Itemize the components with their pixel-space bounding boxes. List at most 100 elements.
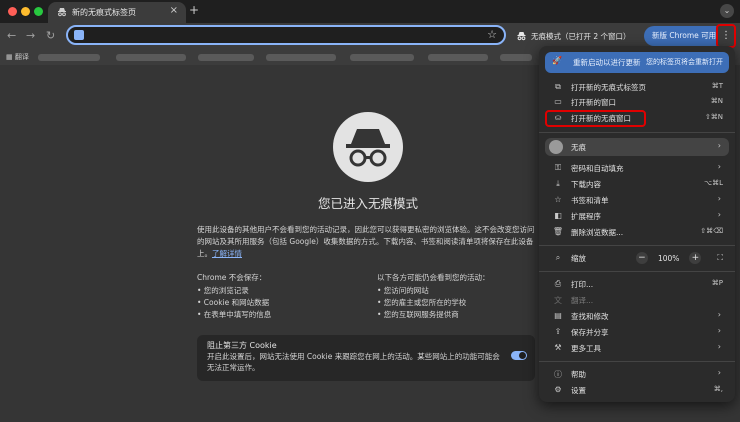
tab-incognito[interactable]: 新的无痕式标签页 × [48,2,186,23]
close-window-button[interactable] [8,7,17,16]
trash-icon: 🗑 [552,227,564,236]
list-item: • 您的浏览记录 [197,285,271,297]
menu-item-extensions[interactable]: ◧ 扩展程序 › [539,208,735,224]
bookmark-item[interactable] [350,54,414,61]
zoom-out-button[interactable]: − [636,252,648,264]
menu-item-shortcut: ⌘, [714,385,723,393]
menu-item-clear-data[interactable]: 🗑 删除浏览数据... ⇧⌘⌫ [539,224,735,240]
bookmark-item[interactable] [428,54,488,61]
menu-item-label: 更多工具 [571,343,601,354]
bookmark-star-icon[interactable]: ☆ [487,28,497,41]
rocket-icon: 🚀 [551,56,563,65]
new-tab-icon: ⧉ [552,82,564,92]
tab-search-button[interactable]: ⌄ [720,4,734,18]
close-tab-icon[interactable]: × [170,5,178,16]
translate-icon: 文 [552,295,564,306]
zoom-icon: ⌕ [552,253,564,263]
menu-item-more-tools[interactable]: ⚒ 更多工具 › [539,340,735,356]
not-saved-title: Chrome 不会保存： [197,272,271,283]
menu-item-new-window[interactable]: ▭ 打开新的窗口 ⌘N [539,94,735,110]
menu-item-translate: 文 翻译... [539,292,735,308]
menu-item-relaunch-update[interactable]: 🚀 重新启动以进行更新 您的标签页将会重新打开 [545,52,729,73]
chevron-right-icon: › [718,342,721,351]
menu-item-label: 翻译... [571,295,593,306]
bookmark-item[interactable] [266,54,336,61]
menu-item-bookmarks[interactable]: ☆ 书签和清单 › [539,192,735,208]
menu-item-label: 设置 [571,385,586,396]
menu-item-label: 打开新的无痕式标签页 [571,82,646,93]
may-see-title: 以下各方可能仍会看到您的活动： [377,272,490,283]
menu-item-find-edit[interactable]: ▤ 查找和修改 › [539,308,735,324]
menu-item-label: 重新启动以进行更新 [573,57,641,68]
menu-item-label: 保存并分享 [571,327,609,338]
profile-label: 无痕 [571,142,586,153]
tab-strip: 新的无痕式标签页 × + ⌄ [0,0,740,23]
back-button[interactable]: ← [7,29,16,42]
help-icon: ⓘ [552,369,564,380]
page-title: 您已进入无痕模式 [270,193,466,212]
incognito-indicator-label: 无痕模式（已打开 2 个窗口） [531,31,631,42]
incognito-icon [57,7,67,17]
incognito-indicator[interactable]: 无痕模式（已打开 2 个窗口） [516,27,631,45]
maximize-window-button[interactable] [34,7,43,16]
chevron-right-icon: › [718,194,721,203]
highlight-annotation [545,110,646,127]
incognito-icon [516,31,527,41]
tools-icon: ⚒ [552,343,564,352]
new-window-icon: ▭ [552,97,564,106]
menu-item-downloads[interactable]: ⤓ 下载内容 ⌥⌘L [539,176,735,192]
bookmark-item[interactable] [116,54,186,61]
incognito-logo-icon [333,112,403,182]
address-bar[interactable]: ☆ [66,25,506,45]
star-icon: ☆ [552,195,564,204]
menu-separator [539,271,735,272]
menu-item-label: 查找和修改 [571,311,609,322]
chevron-right-icon: › [718,310,721,319]
menu-separator [539,245,735,246]
download-icon: ⤓ [552,179,564,189]
chevron-right-icon: › [718,326,721,335]
bookmark-item[interactable] [38,54,100,61]
menu-item-label: 下载内容 [571,179,601,190]
menu-item-new-incognito-tab[interactable]: ⧉ 打开新的无痕式标签页 ⌘T [539,79,735,95]
gear-icon: ⚙ [552,385,564,394]
learn-more-link[interactable]: 了解详情 [212,249,242,258]
menu-item-passwords[interactable]: ⚿ 密码和自动填充 › [539,160,735,176]
minimize-window-button[interactable] [21,7,30,16]
update-chrome-button[interactable]: 新版 Chrome 可用 [644,26,726,46]
menu-item-label: 打开新的窗口 [571,97,616,108]
site-info-icon[interactable] [74,30,84,40]
menu-item-settings[interactable]: ⚙ 设置 ⌘, [539,382,735,398]
menu-item-shortcut: ⇧⌘⌫ [700,227,723,235]
menu-item-print[interactable]: ⎙ 打印... ⌘P [539,276,735,292]
block-cookies-toggle[interactable] [511,351,527,360]
menu-item-profile[interactable]: 无痕 › [545,138,729,156]
forward-button[interactable]: → [26,29,35,42]
zoom-in-button[interactable]: + [689,252,701,264]
tab-title: 新的无痕式标签页 [72,7,136,18]
bookmark-item[interactable] [198,54,254,61]
list-item: • Cookie 和网站数据 [197,297,271,309]
reload-button[interactable]: ↻ [46,29,55,42]
list-item: • 您访问的网站 [377,285,490,297]
new-tab-button[interactable]: + [189,3,199,17]
chrome-menu: 🚀 重新启动以进行更新 您的标签页将会重新打开 ⧉ 打开新的无痕式标签页 ⌘T … [539,46,735,402]
fullscreen-icon[interactable]: ⛶ [717,253,723,263]
menu-item-label: 帮助 [571,369,586,380]
chevron-right-icon: › [718,368,721,377]
menu-separator [539,132,735,133]
bookmark-item[interactable] [500,54,532,61]
menu-item-label: 扩展程序 [571,211,601,222]
avatar [549,140,563,154]
chevron-right-icon: › [718,210,721,219]
menu-item-shortcut: ⌥⌘L [704,179,723,187]
menu-item-save-share[interactable]: ⇪ 保存并分享 › [539,324,735,340]
bookmark-translate[interactable]: ▦ 翻译 [6,52,29,62]
menu-item-shortcut: ⌘T [712,82,723,90]
menu-item-label: 书签和清单 [571,195,609,206]
menu-item-help[interactable]: ⓘ 帮助 › [539,366,735,382]
key-icon: ⚿ [552,163,564,173]
chrome-menu-button[interactable]: ⋮ [716,24,736,48]
menu-item-label: 密码和自动填充 [571,163,624,174]
cookie-title: 阻止第三方 Cookie [207,340,277,351]
